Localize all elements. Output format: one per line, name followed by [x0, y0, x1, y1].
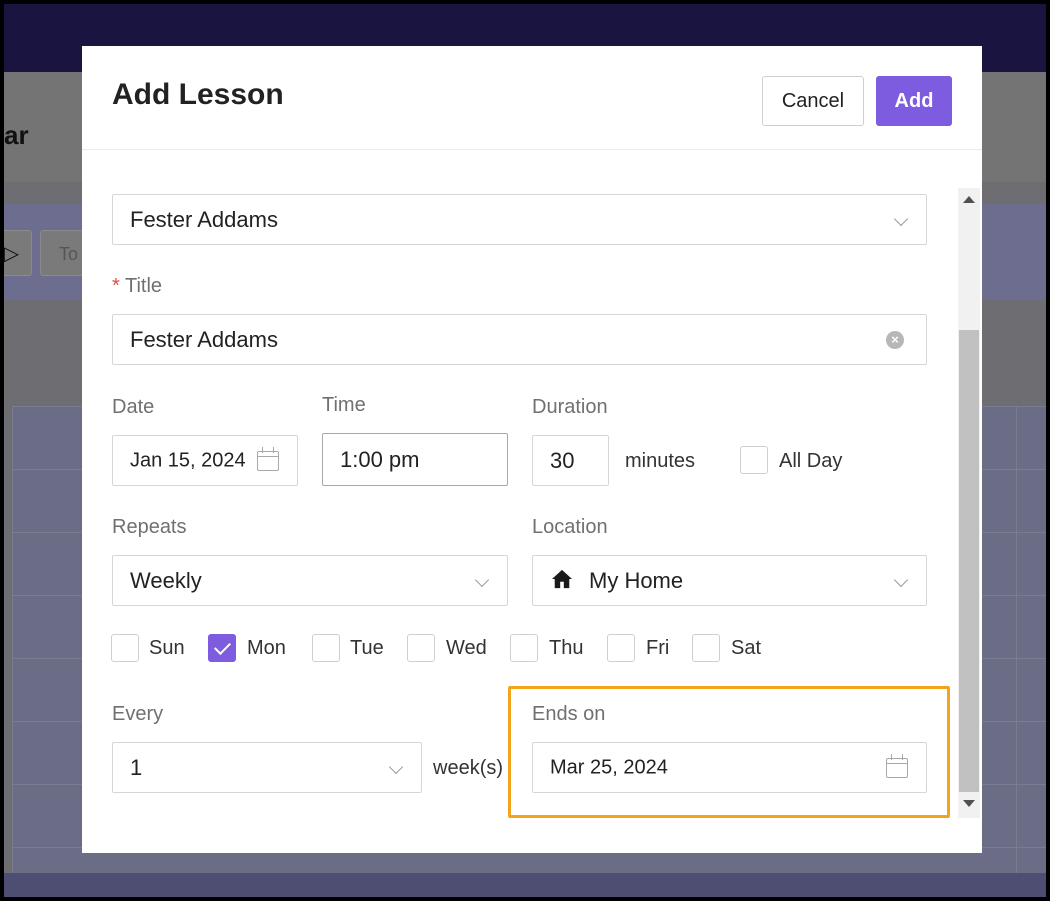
calendar-icon	[257, 446, 279, 471]
chevron-down-icon	[388, 759, 404, 774]
location-select-value: My Home	[589, 567, 684, 593]
weekday-checkbox-wed[interactable]	[407, 634, 435, 662]
chevron-down-icon	[893, 211, 909, 226]
dialog-header: Add Lesson Cancel Add	[82, 46, 982, 150]
grid-line	[1016, 406, 1017, 876]
weekday-label-tue: Tue	[350, 637, 384, 659]
app-page-title: ar	[4, 120, 29, 150]
scroll-up-icon[interactable]	[963, 196, 975, 203]
ends-on-date-input[interactable]: Mar 25, 2024	[532, 742, 927, 793]
time-input[interactable]: 1:00 pm	[322, 433, 508, 486]
student-select[interactable]: Fester Addams	[112, 194, 927, 245]
weekday-label-fri: Fri	[646, 637, 670, 659]
chevron-down-icon	[474, 572, 490, 587]
clear-icon[interactable]: ×	[886, 330, 904, 349]
weekday-checkbox-fri[interactable]	[607, 634, 635, 662]
title-input-value: Fester Addams	[130, 326, 278, 352]
weekday-label-wed: Wed	[446, 637, 487, 659]
weekday-label-sun: Sun	[149, 637, 185, 659]
grid-line	[12, 406, 13, 876]
title-input[interactable]: Fester Addams ×	[112, 314, 927, 365]
add-lesson-dialog: Add Lesson Cancel Add Fester Addams * Ti…	[82, 46, 982, 853]
weekday-checkbox-sat[interactable]	[692, 634, 720, 662]
weekday-label-thu: Thu	[549, 637, 584, 659]
title-label: * Title	[112, 275, 162, 298]
location-label: Location	[532, 516, 608, 538]
scroll-down-icon[interactable]	[963, 800, 975, 807]
time-label: Time	[322, 394, 366, 416]
duration-label: Duration	[532, 396, 608, 418]
weekday-checkbox-thu[interactable]	[510, 634, 538, 662]
repeats-select[interactable]: Weekly	[112, 555, 508, 606]
time-input-value: 1:00 pm	[340, 446, 420, 472]
scrollbar-thumb[interactable]	[959, 330, 979, 792]
all-day-label: All Day	[779, 450, 843, 472]
location-select[interactable]: My Home	[532, 555, 927, 606]
dialog-title: Add Lesson	[112, 78, 284, 111]
repeats-select-value: Weekly	[130, 567, 202, 593]
duration-input-value: 30	[550, 447, 575, 473]
weekday-label-mon: Mon	[247, 637, 286, 659]
date-input[interactable]: Jan 15, 2024	[112, 435, 298, 486]
required-mark: *	[112, 275, 120, 297]
app-bottom-bar	[4, 873, 1046, 897]
every-select[interactable]: 1	[112, 742, 422, 793]
home-icon	[552, 569, 572, 588]
repeats-label: Repeats	[112, 516, 187, 538]
calendar-icon	[886, 753, 908, 778]
date-input-value: Jan 15, 2024	[130, 449, 246, 471]
weekday-label-sat: Sat	[731, 637, 762, 659]
weekday-checkbox-tue[interactable]	[312, 634, 340, 662]
duration-unit: minutes	[625, 450, 696, 472]
cancel-button[interactable]: Cancel	[762, 76, 864, 126]
ends-on-date-value: Mar 25, 2024	[550, 756, 668, 778]
student-select-value: Fester Addams	[130, 206, 278, 232]
every-label: Every	[112, 703, 164, 725]
every-unit: week(s)	[433, 757, 504, 779]
all-day-checkbox[interactable]	[740, 446, 768, 474]
date-label: Date	[112, 396, 155, 418]
nav-next-icon: ▷	[4, 230, 32, 276]
ends-on-label: Ends on	[532, 703, 606, 725]
today-button: To	[40, 230, 86, 276]
chevron-down-icon	[893, 572, 909, 587]
weekday-checkbox-mon[interactable]	[208, 634, 236, 662]
title-label-text: Title	[125, 275, 163, 297]
add-button[interactable]: Add	[876, 76, 952, 126]
every-select-value: 1	[130, 754, 143, 780]
duration-input[interactable]: 30	[532, 435, 609, 486]
weekday-checkbox-sun[interactable]	[111, 634, 139, 662]
